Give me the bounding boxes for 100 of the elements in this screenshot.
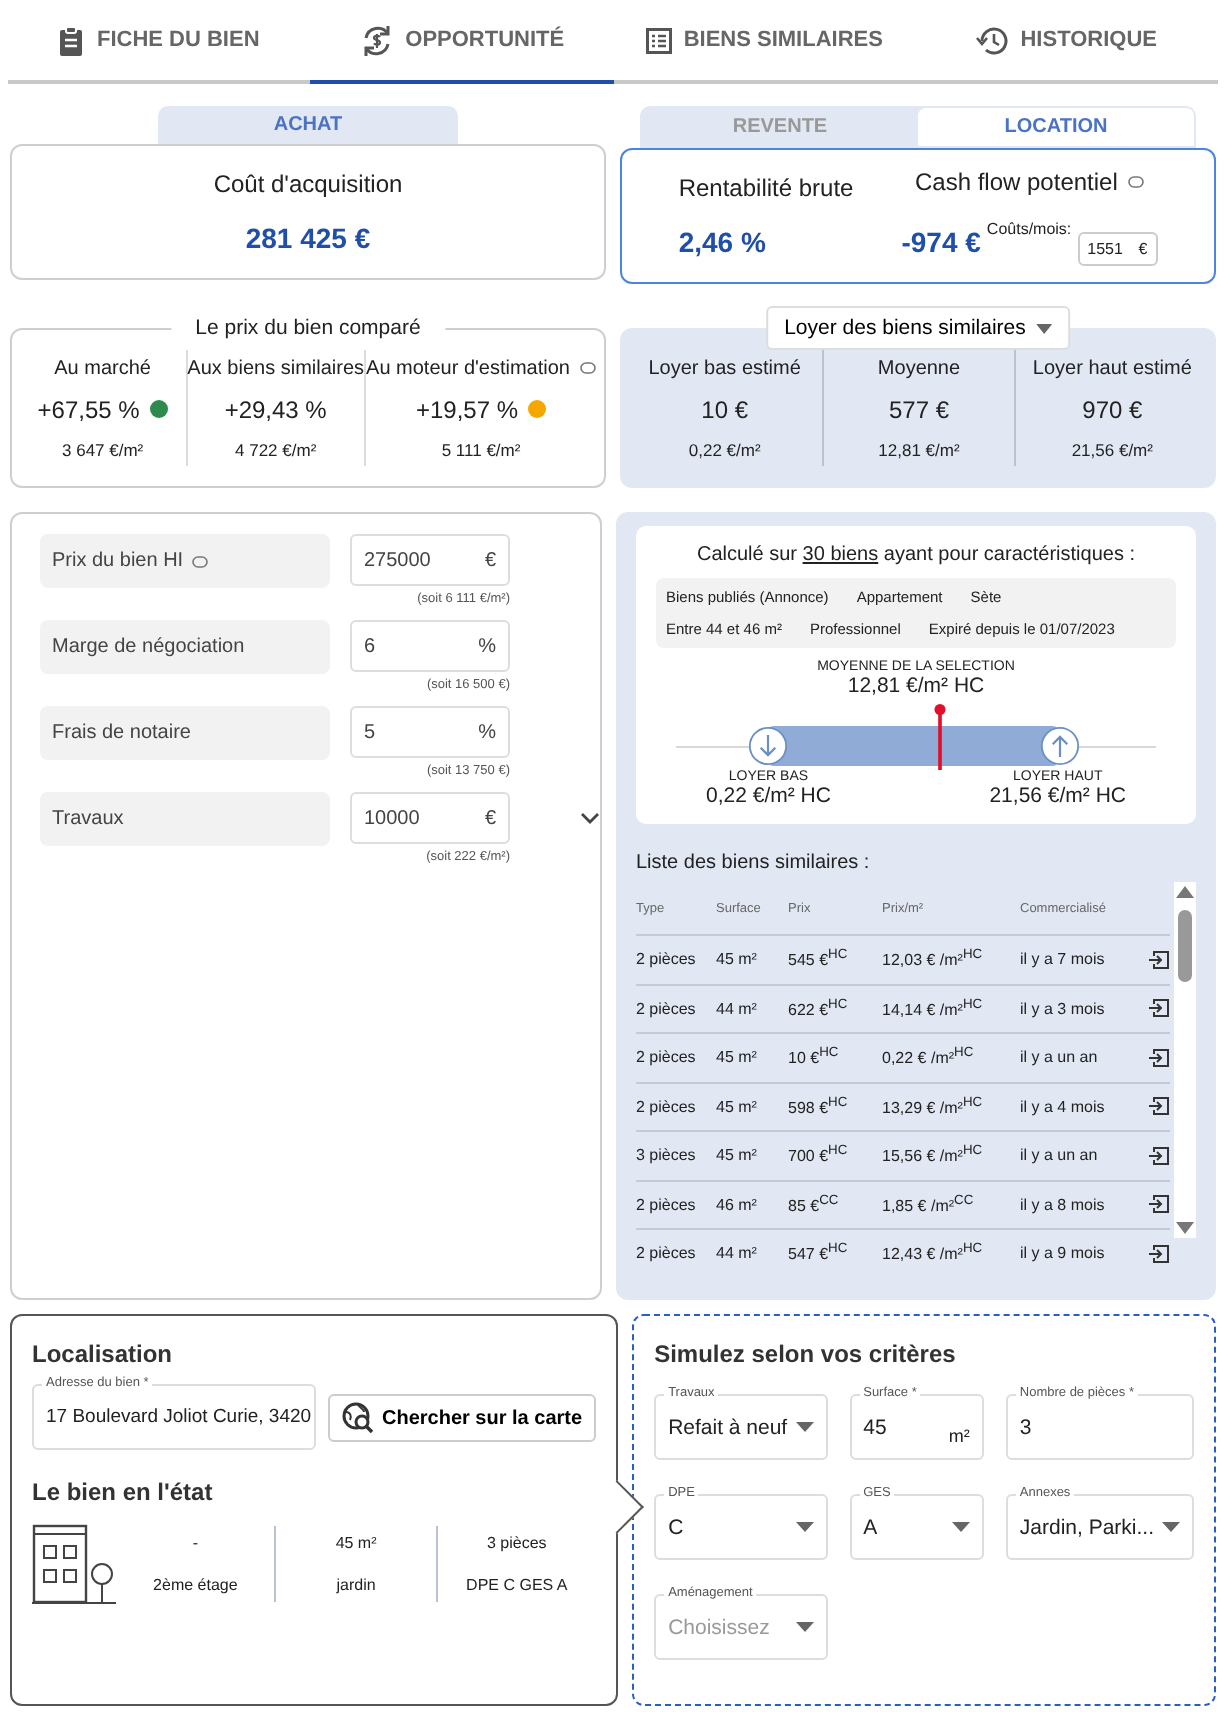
- table-cell-text: 15,56 € /m²$^{HC}$: [882, 1144, 985, 1167]
- arrow-down-icon[interactable]: [748, 726, 788, 766]
- table-cell-text: il y a un an: [1020, 1146, 1100, 1165]
- costs-label: Coûts/mois:: [986, 219, 1072, 237]
- list-title: Liste des biens similaires :: [636, 852, 872, 874]
- section-tab[interactable]: LOCATION: [918, 108, 1194, 146]
- table-cell-text: 44 m²: [716, 999, 759, 1018]
- card-title: Rentabilité brute: [678, 174, 854, 202]
- properties-link[interactable]: 30 biens: [802, 544, 879, 566]
- property-detail: jardin: [336, 1576, 376, 1594]
- price-per-m2: 0,22 €/m²: [688, 439, 761, 459]
- table-cell-text: 3 pièces: [636, 1146, 698, 1165]
- mean-value: 12,81 €/m² HC: [847, 674, 985, 698]
- rent-label: Moyenne: [877, 357, 961, 379]
- table-cell-text: 2 pièces: [636, 1244, 698, 1263]
- table-cell-text: 13,29 € /m²$^{HC}$: [882, 1095, 985, 1118]
- history-icon: [976, 25, 1009, 55]
- costs-input[interactable]: 1551 €: [1077, 231, 1158, 265]
- price-per-m2: 5 111 €/m²: [441, 439, 521, 459]
- caret-icon: [795, 1522, 814, 1532]
- price-per-m2: 12,81 €/m²: [878, 439, 960, 459]
- section-title: Le bien en l'état: [32, 1478, 215, 1506]
- comparison-label: Aux biens similaires: [187, 357, 365, 379]
- section-title: Localisation: [32, 1340, 175, 1368]
- input-field[interactable]: 5 %: [350, 706, 510, 758]
- caret-icon: [795, 1422, 814, 1432]
- open-link-icon[interactable]: [1148, 949, 1170, 970]
- price-per-m2: 4 722 €/m²: [235, 439, 317, 459]
- card-title: Coût d'acquisition: [213, 170, 403, 198]
- property-detail: 3 pièces: [487, 1534, 547, 1552]
- table-cell-text: 622 €$^{HC}$: [788, 997, 850, 1020]
- rent-value: 577 €: [888, 395, 949, 423]
- building-tree-icon: [32, 1522, 116, 1606]
- scrollbar[interactable]: [1174, 882, 1196, 1238]
- open-link-icon[interactable]: [1148, 1047, 1170, 1068]
- input-field[interactable]: 275000 €: [350, 534, 510, 586]
- table-cell-text: 547 €$^{HC}$: [788, 1242, 850, 1265]
- table-cell-text: il y a 9 mois: [1020, 1244, 1107, 1263]
- rent-dropdown[interactable]: Loyer des biens similaires: [766, 306, 1070, 350]
- table-cell-text: 14,14 € /m²$^{HC}$: [882, 997, 985, 1020]
- table-cell-text: 12,43 € /m²$^{HC}$: [882, 1242, 985, 1265]
- open-link-icon[interactable]: [1148, 1194, 1170, 1215]
- table-cell-text: 2 pièces: [636, 1048, 698, 1067]
- price-per-m2: 3 647 €/m²: [62, 439, 144, 459]
- open-link-icon[interactable]: [1148, 1096, 1170, 1117]
- table-cell-text: 45 m²: [716, 1146, 759, 1165]
- main-tab[interactable]: BIENS SIMILAIRES: [613, 0, 916, 84]
- acquisition-value: 281 425 €: [245, 222, 371, 254]
- price-per-m2: 21,56 €/m²: [1071, 439, 1153, 459]
- rent-value: 970 €: [1082, 395, 1143, 423]
- percent-value: +29,43 %: [224, 395, 327, 423]
- clipboard-icon: [58, 25, 85, 55]
- table-cell-text: 598 €$^{HC}$: [788, 1095, 850, 1118]
- calc-sentence: Calculé sur 30 biens ayant pour caractéristiques :: [696, 544, 1136, 566]
- table-cell-text: il y a 3 mois: [1020, 999, 1107, 1018]
- table-cell-text: 45 m²: [716, 1097, 759, 1116]
- globe-search-icon: [342, 1402, 374, 1434]
- field-label: Prix du bien HI: [52, 550, 184, 572]
- table-cell-text: 2 pièces: [636, 999, 698, 1018]
- info-icon[interactable]: [191, 555, 208, 567]
- cashflow-value: -974 €: [901, 226, 981, 258]
- open-link-icon[interactable]: [1148, 998, 1170, 1019]
- table-cell-text: 12,03 € /m²$^{HC}$: [882, 948, 985, 971]
- table-cell-text: 545 €$^{HC}$: [788, 948, 850, 971]
- arrow-up-icon[interactable]: [1040, 726, 1080, 766]
- card-title: Cash flow potentiel: [914, 167, 1118, 195]
- property-detail: DPE C GES A: [466, 1576, 568, 1594]
- input-field[interactable]: 10000 €: [350, 792, 510, 844]
- main-tab[interactable]: OPPORTUNITÉ: [310, 0, 613, 84]
- list-icon: [645, 27, 672, 53]
- info-icon[interactable]: [1127, 175, 1144, 187]
- caret-icon: [1162, 1522, 1180, 1532]
- section-tab[interactable]: ACHAT: [158, 106, 458, 144]
- table-cell-text: 2 pièces: [636, 1097, 698, 1116]
- property-detail: 45 m²: [335, 1534, 377, 1552]
- rent-value: 10 €: [701, 395, 748, 423]
- table-cell-text: il y a 7 mois: [1020, 950, 1107, 969]
- main-tab[interactable]: FICHE DU BIEN: [8, 0, 311, 84]
- map-search-button[interactable]: Chercher sur la carte: [328, 1394, 597, 1442]
- open-link-icon[interactable]: [1148, 1145, 1170, 1166]
- rent-label: Loyer haut estimé: [1032, 357, 1192, 379]
- high-value: 21,56 €/m² HC: [989, 784, 1126, 808]
- percent-value: +19,57 %: [415, 395, 519, 423]
- chevron-down-icon[interactable]: [580, 812, 600, 824]
- field-label: Travaux: [52, 808, 124, 830]
- field-label: Frais de notaire: [52, 722, 191, 744]
- info-icon[interactable]: [580, 362, 596, 374]
- table-cell-text: 1,85 € /m²$^{CC}$: [882, 1193, 976, 1216]
- open-link-icon[interactable]: [1148, 1243, 1170, 1264]
- caret-icon: [951, 1522, 970, 1532]
- percent-value: +67,55 %: [37, 395, 140, 423]
- table-cell-text: 45 m²: [716, 950, 759, 969]
- input-field[interactable]: 6 %: [350, 620, 510, 672]
- main-tab[interactable]: HISTORIQUE: [915, 0, 1218, 84]
- property-detail: 2ème étage: [153, 1576, 238, 1594]
- table-cell-text: 45 m²: [716, 1048, 759, 1067]
- property-detail: -: [192, 1534, 199, 1552]
- section-title: Simulez selon vos critères: [654, 1340, 958, 1368]
- table-cell-text: 10 €$^{HC}$: [788, 1046, 841, 1069]
- table-cell-text: 0,22 € /m²$^{HC}$: [882, 1046, 976, 1069]
